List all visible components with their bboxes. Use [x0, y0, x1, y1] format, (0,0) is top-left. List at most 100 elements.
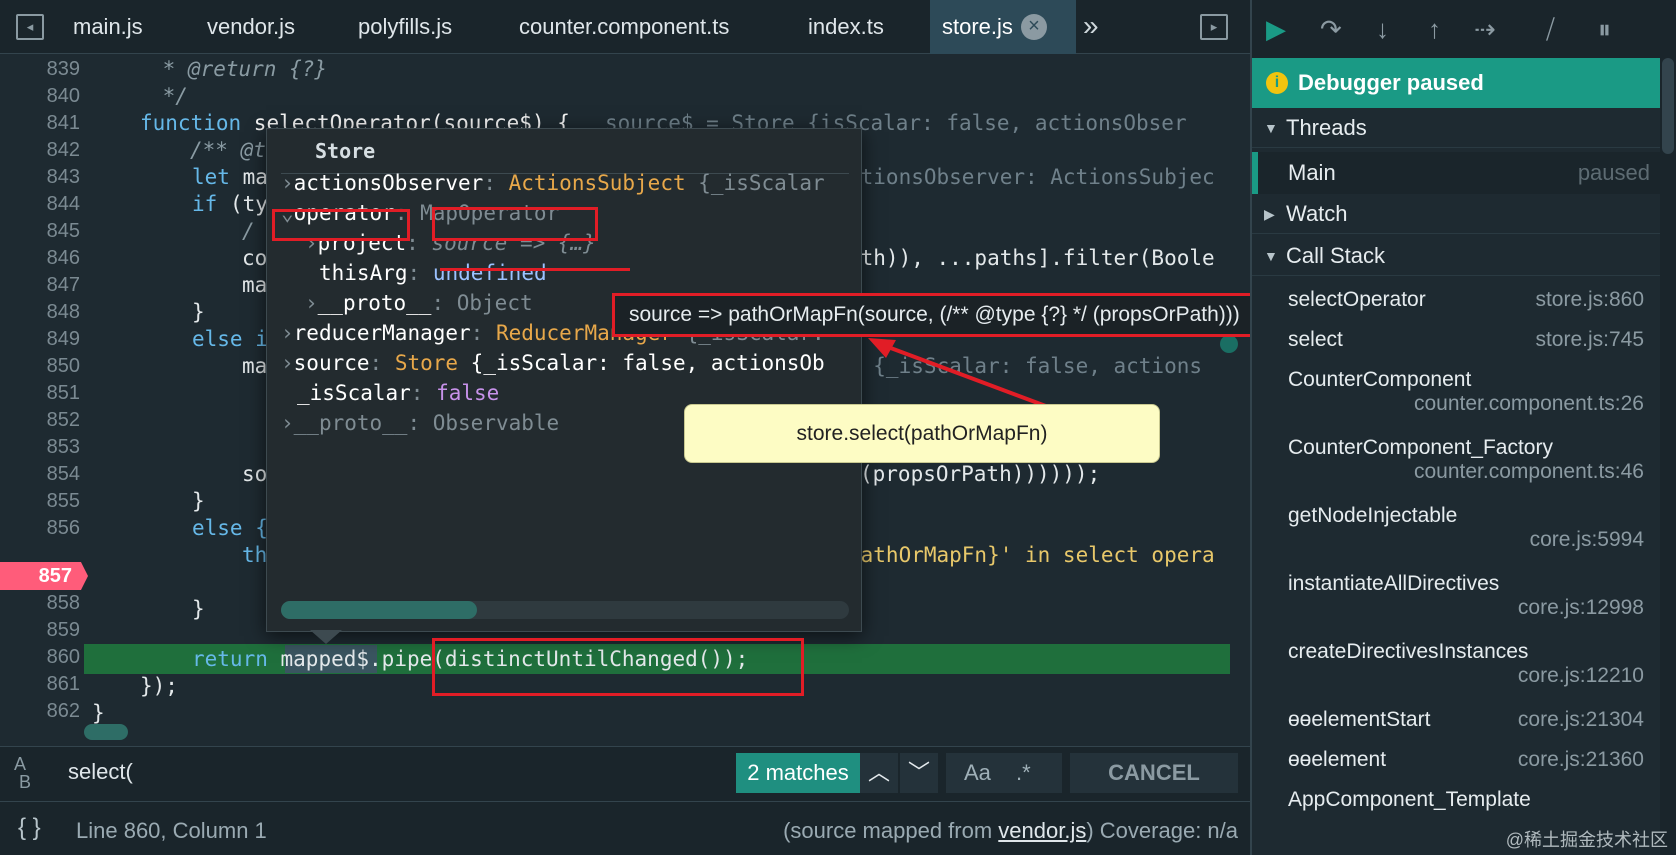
line-number[interactable]: 861 — [0, 670, 80, 698]
section-label: Threads — [1286, 115, 1367, 140]
keyword: function — [140, 111, 242, 135]
tree-row-source[interactable]: ›source: Store {_isScalar: false, action… — [281, 351, 825, 375]
step-over-icon[interactable]: ↷ — [1320, 14, 1342, 45]
expand-arrow-icon[interactable]: › — [305, 291, 318, 315]
find-replace-icon[interactable]: A B — [14, 755, 31, 791]
line-number[interactable]: 848 — [0, 298, 80, 326]
prop-key: __proto__ — [293, 411, 408, 435]
breakpoint-line-number[interactable]: 857 — [0, 562, 72, 590]
step-out-icon[interactable]: ↑ — [1428, 14, 1441, 45]
previous-match-icon[interactable]: ︿ — [860, 753, 898, 793]
frame-location: store.js:860 — [1535, 288, 1644, 311]
line-number[interactable]: 852 — [0, 406, 80, 434]
next-match-icon[interactable]: ﹀ — [900, 753, 938, 793]
line-number[interactable]: 849 — [0, 325, 80, 353]
variable-preview-popover[interactable]: Store ›actionsObserver: ActionsSubject {… — [266, 128, 862, 632]
search-options: Aa .* — [946, 753, 1062, 793]
cancel-search-button[interactable]: CANCEL — [1070, 753, 1238, 793]
call-stack-frame[interactable]: ɵɵelement core.js:21360 — [1288, 748, 1644, 772]
code-line: } — [192, 300, 205, 324]
tree-row-thisArg[interactable]: thisArg: undefined — [319, 261, 547, 285]
panel-scroll-thumb[interactable] — [1662, 58, 1674, 154]
pretty-print-icon[interactable]: { } — [18, 814, 41, 842]
line-number[interactable]: 862 — [0, 697, 80, 725]
line-number[interactable]: 851 — [0, 379, 80, 407]
frame-name: instantiateAllDirectives — [1288, 572, 1500, 595]
prop-value: Object — [456, 291, 533, 315]
code-line: co — [242, 246, 268, 270]
call-stack-frame[interactable]: createDirectivesInstances core.js:12210 — [1288, 640, 1644, 688]
code-text: ma — [229, 165, 268, 189]
tab-counter-component-ts[interactable]: counter.component.ts — [519, 0, 729, 54]
line-number[interactable]: 858 — [0, 589, 80, 617]
resume-icon[interactable]: ▶ — [1266, 14, 1286, 45]
source-map-link[interactable]: vendor.js — [998, 818, 1086, 843]
code-line: } — [192, 597, 205, 621]
tab-main-js[interactable]: main.js — [73, 0, 143, 54]
line-number[interactable]: 841 — [0, 109, 80, 137]
code-text: mapped$ — [280, 647, 370, 671]
call-stack-frame[interactable]: AppComponent_Template — [1288, 788, 1644, 812]
line-number[interactable]: 845 — [0, 217, 80, 245]
call-stack-frame[interactable]: instantiateAllDirectives core.js:12998 — [1288, 572, 1644, 620]
tree-row-actionsObserver[interactable]: ›actionsObserver: ActionsSubject {_isSca… — [281, 171, 825, 195]
call-stack-frame[interactable]: selectOperator store.js:860 — [1288, 288, 1644, 312]
callstack-section-header[interactable]: ▼ Call Stack — [1252, 236, 1660, 276]
threads-section-header[interactable]: ▼ Threads — [1252, 108, 1660, 148]
code-line: /** @t — [190, 138, 266, 162]
line-number[interactable]: 850 — [0, 352, 80, 380]
regex-button[interactable]: .* — [1016, 753, 1031, 793]
expand-arrow-icon[interactable]: › — [281, 321, 294, 345]
panel-scrollbar[interactable] — [1660, 58, 1676, 855]
step-icon[interactable]: ⇢ — [1474, 14, 1496, 45]
prop-value: Observable — [432, 411, 560, 435]
popover-scroll-thumb[interactable] — [281, 601, 477, 619]
line-number[interactable]: 844 — [0, 190, 80, 218]
tree-row-proto[interactable]: ›__proto__: Observable — [281, 411, 559, 435]
line-number[interactable]: 856 — [0, 514, 80, 542]
line-number[interactable]: 854 — [0, 460, 80, 488]
expand-arrow-icon[interactable]: › — [281, 411, 294, 435]
line-number[interactable]: 839 — [0, 55, 80, 83]
expand-arrow-icon[interactable]: › — [281, 171, 294, 195]
line-number[interactable]: 846 — [0, 244, 80, 272]
watch-section-header[interactable]: ▶ Watch — [1252, 194, 1660, 234]
tab-label: store.js — [942, 14, 1013, 39]
line-number[interactable]: 840 — [0, 82, 80, 110]
call-stack-frame[interactable]: getNodeInjectable core.js:5994 — [1288, 504, 1644, 552]
call-stack-frame[interactable]: CounterComponent counter.component.ts:26 — [1288, 368, 1644, 416]
source-map-suffix: ) — [1086, 818, 1094, 843]
tree-row-proto[interactable]: ›__proto__: Object — [305, 291, 533, 315]
horizontal-scroll-thumb[interactable] — [84, 724, 128, 740]
tab-polyfills-js[interactable]: polyfills.js — [358, 0, 452, 54]
line-number[interactable]: 855 — [0, 487, 80, 515]
tree-row-isScalar[interactable]: _isScalar: false — [297, 381, 499, 405]
toggle-secondary-panel-icon[interactable]: ▸ — [1200, 14, 1228, 40]
tab-vendor-js[interactable]: vendor.js — [207, 0, 295, 54]
deactivate-breakpoints-icon[interactable]: ⧸ — [1546, 14, 1555, 46]
line-number[interactable]: 847 — [0, 271, 80, 299]
step-in-icon[interactable]: ↓ — [1376, 14, 1389, 45]
line-number[interactable]: 859 — [0, 616, 80, 644]
thread-item-main[interactable]: Main paused — [1252, 152, 1660, 194]
line-number[interactable]: 843 — [0, 163, 80, 191]
line-number[interactable]: 853 — [0, 433, 80, 461]
popover-scrollbar[interactable] — [281, 601, 849, 619]
tab-store-js[interactable]: store.js × — [930, 0, 1076, 54]
call-stack-frame[interactable]: CounterComponent_Factory counter.componen… — [1288, 436, 1644, 484]
frame-location: core.js:12998 — [1517, 596, 1644, 619]
more-tabs-icon[interactable]: » — [1083, 10, 1099, 42]
search-input[interactable]: select( — [68, 759, 133, 785]
pause-on-exceptions-icon[interactable]: ⏸ — [1598, 14, 1611, 46]
match-case-button[interactable]: Aa — [964, 753, 991, 793]
code-line: ma — [242, 273, 268, 297]
call-stack-frame[interactable]: ɵɵelementStart core.js:21304 — [1288, 708, 1644, 732]
line-number[interactable]: 842 — [0, 136, 80, 164]
frame-location: store.js:745 — [1535, 328, 1644, 351]
toggle-sidebar-icon[interactable]: ◂ — [16, 14, 44, 40]
expand-arrow-icon[interactable]: › — [281, 351, 294, 375]
call-stack-frame[interactable]: select store.js:745 — [1288, 328, 1644, 352]
close-tab-icon[interactable]: × — [1020, 14, 1047, 40]
line-number[interactable]: 860 — [0, 643, 80, 671]
tab-index-ts[interactable]: index.ts — [808, 0, 884, 54]
